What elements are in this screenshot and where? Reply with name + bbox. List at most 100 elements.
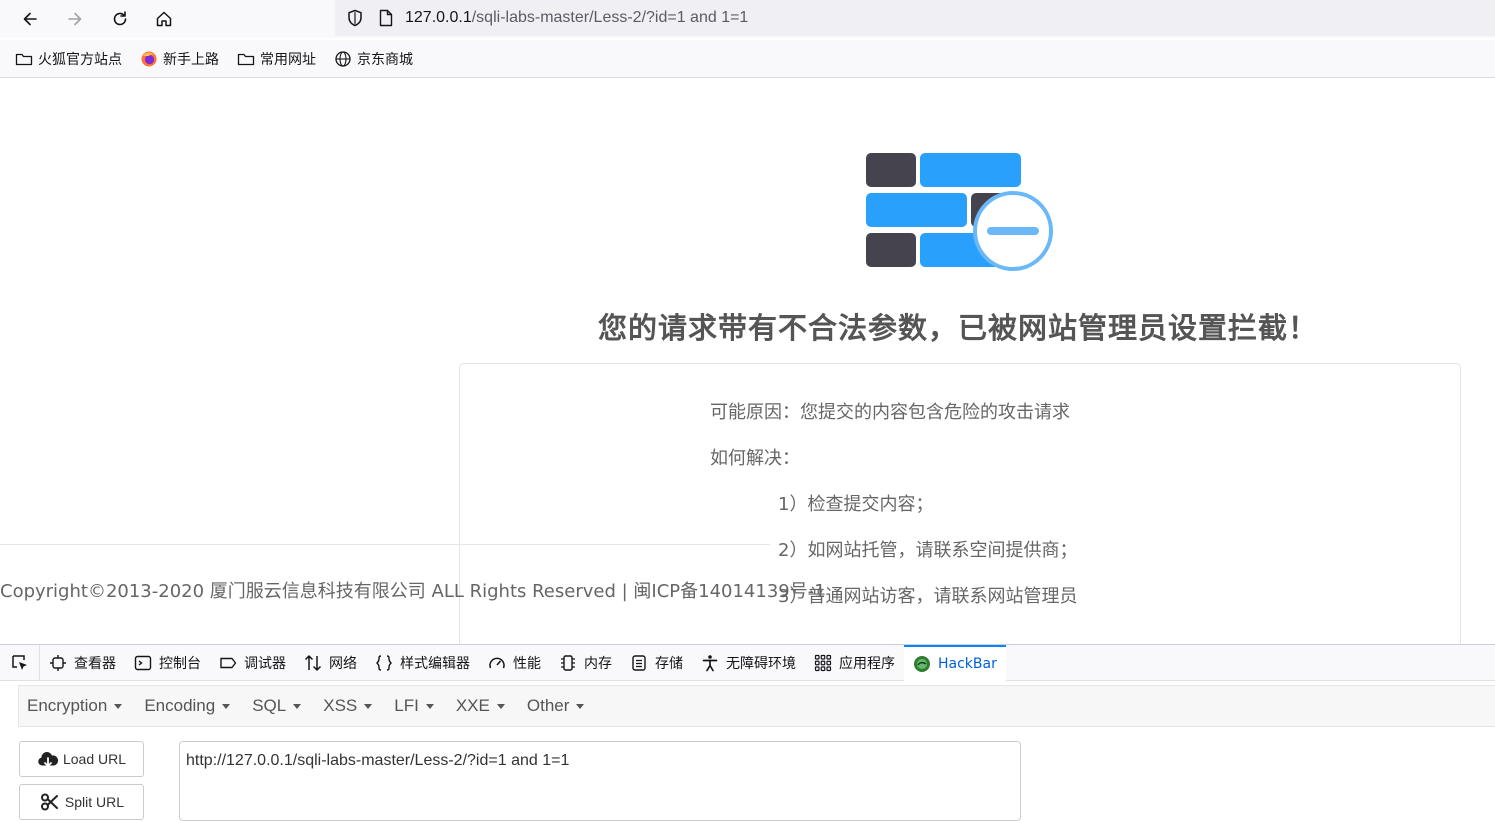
accessibility-icon (702, 654, 718, 671)
shield-icon[interactable] (345, 8, 365, 28)
step-item: 1）检查提交内容； (778, 494, 934, 515)
address-bar[interactable]: 127.0.0.1/sqli-labs-master/Less-2/?id=1 … (335, 0, 1495, 36)
url-path: /sqli-labs-master/Less-2/?id=1 and 1=1 (471, 9, 749, 26)
tab-application[interactable]: 应用程序 (805, 645, 904, 681)
blocked-wall-icon (866, 153, 1053, 271)
caret-down-icon (364, 703, 373, 709)
bookmark-common-sites[interactable]: 常用网址 (230, 45, 323, 73)
folder-icon (15, 53, 33, 65)
caret-down-icon (576, 703, 585, 709)
browser-toolbar: 127.0.0.1/sqli-labs-master/Less-2/?id=1 … (0, 0, 1495, 38)
inspector-icon (50, 654, 66, 671)
menu-encoding[interactable]: Encoding (136, 686, 238, 726)
caret-down-icon (425, 703, 434, 709)
forward-icon (68, 12, 82, 26)
menu-label: Encryption (27, 696, 108, 715)
menu-xss[interactable]: XSS (315, 686, 380, 726)
split-url-button[interactable]: Split URL (19, 784, 144, 820)
storage-icon (632, 654, 646, 671)
scissors-icon (40, 793, 58, 811)
tab-label: 存储 (655, 655, 683, 672)
menu-label: Encoding (144, 696, 216, 715)
firefox-icon (141, 51, 157, 66)
howto-text: 如何解决： (710, 448, 800, 469)
page-content: 您的请求带有不合法参数，已被网站管理员设置拦截！ 可能原因：您提交的内容包含危险… (0, 79, 1495, 644)
reload-button[interactable] (105, 4, 135, 34)
caret-down-icon (114, 703, 123, 709)
tab-label: 调试器 (244, 655, 286, 672)
bookmark-label: 京东商城 (357, 51, 413, 68)
tab-label: 查看器 (74, 655, 116, 672)
tab-inspector[interactable]: 查看器 (40, 645, 125, 681)
page-icon[interactable] (377, 8, 395, 28)
tab-label: 样式编辑器 (400, 655, 470, 672)
console-icon (134, 655, 152, 670)
caret-down-icon (293, 703, 302, 709)
caret-down-icon (496, 703, 505, 709)
home-button[interactable] (149, 4, 179, 34)
page-title: 您的请求带有不合法参数，已被网站管理员设置拦截！ (598, 311, 1319, 345)
element-picker-button[interactable] (0, 644, 40, 681)
button-label: Load URL (62, 751, 127, 767)
tab-label: 无障碍环境 (726, 655, 796, 672)
tab-style-editor[interactable]: 样式编辑器 (366, 645, 479, 681)
tab-label: 性能 (513, 655, 541, 672)
memory-icon (561, 654, 575, 671)
devtools-panel: 查看器 控制台 调试器 网络 样式编辑器 性能 内存 存储 无障碍环境 应用程序… (0, 644, 1495, 821)
tab-network[interactable]: 网络 (295, 645, 366, 681)
caret-down-icon (222, 703, 231, 709)
tab-label: 内存 (584, 655, 612, 672)
grid-icon (814, 654, 832, 671)
menu-label: XXE (455, 696, 490, 715)
tab-debugger[interactable]: 调试器 (210, 645, 295, 681)
menu-lfi[interactable]: LFI (386, 686, 442, 726)
step-item: 2）如网站托管，请联系空间提供商； (778, 540, 1078, 561)
tab-label: 网络 (329, 655, 357, 672)
reason-text: 可能原因：您提交的内容包含危险的攻击请求 (710, 402, 1070, 423)
bookmarks-bar: 火狐官方站点 新手上路 常用网址 京东商城 (0, 40, 1495, 78)
menu-other[interactable]: Other (519, 686, 593, 726)
tab-hackbar[interactable]: HackBar (904, 644, 1006, 681)
tab-storage[interactable]: 存储 (621, 645, 692, 681)
network-icon (304, 654, 322, 671)
tab-accessibility[interactable]: 无障碍环境 (692, 645, 805, 681)
url-host: 127.0.0.1 (405, 9, 472, 26)
tab-label: 应用程序 (839, 655, 895, 672)
menu-sql[interactable]: SQL (244, 686, 309, 726)
devtools-tabbar: 查看器 控制台 调试器 网络 样式编辑器 性能 内存 存储 无障碍环境 应用程序… (0, 644, 1495, 681)
hackbar-url-input[interactable]: http://127.0.0.1/sqli-labs-master/Less-2… (179, 741, 1021, 821)
menu-label: XSS (323, 696, 358, 715)
menu-xxe[interactable]: XXE (448, 686, 513, 726)
menu-label: SQL (252, 696, 287, 715)
bookmark-label: 新手上路 (163, 51, 219, 68)
tab-memory[interactable]: 内存 (550, 645, 621, 681)
menu-encryption[interactable]: Encryption (19, 686, 130, 726)
back-button[interactable] (15, 4, 45, 34)
bookmark-label: 常用网址 (260, 51, 316, 68)
element-picker-icon (11, 654, 27, 670)
forward-button[interactable] (60, 4, 90, 34)
url-text[interactable]: 127.0.0.1/sqli-labs-master/Less-2/?id=1 … (405, 9, 748, 27)
button-label: Split URL (64, 794, 125, 810)
menu-label: LFI (394, 696, 419, 715)
braces-icon (376, 654, 392, 671)
bookmark-firefox-official[interactable]: 火狐官方站点 (8, 45, 129, 73)
debugger-icon (220, 657, 237, 668)
home-icon (156, 11, 172, 27)
globe-icon (335, 50, 351, 67)
hackbar-icon (914, 655, 930, 672)
bookmark-label: 火狐官方站点 (38, 51, 122, 68)
tab-performance[interactable]: 性能 (479, 645, 550, 681)
gauge-icon (489, 657, 505, 668)
back-icon (23, 12, 37, 26)
bookmark-getting-started[interactable]: 新手上路 (133, 45, 226, 73)
bookmark-jd-mall[interactable]: 京东商城 (327, 45, 420, 73)
tab-label: HackBar (938, 655, 997, 672)
copyright-text: Copyright©2013-2020 厦门服云信息科技有限公司 ALL Rig… (0, 581, 826, 602)
tab-console[interactable]: 控制台 (125, 645, 210, 681)
load-url-button[interactable]: Load URL (19, 741, 144, 777)
folder-icon (237, 53, 255, 65)
tab-label: 控制台 (159, 655, 201, 672)
reload-icon (113, 11, 127, 26)
cloud-download-icon (38, 752, 59, 767)
